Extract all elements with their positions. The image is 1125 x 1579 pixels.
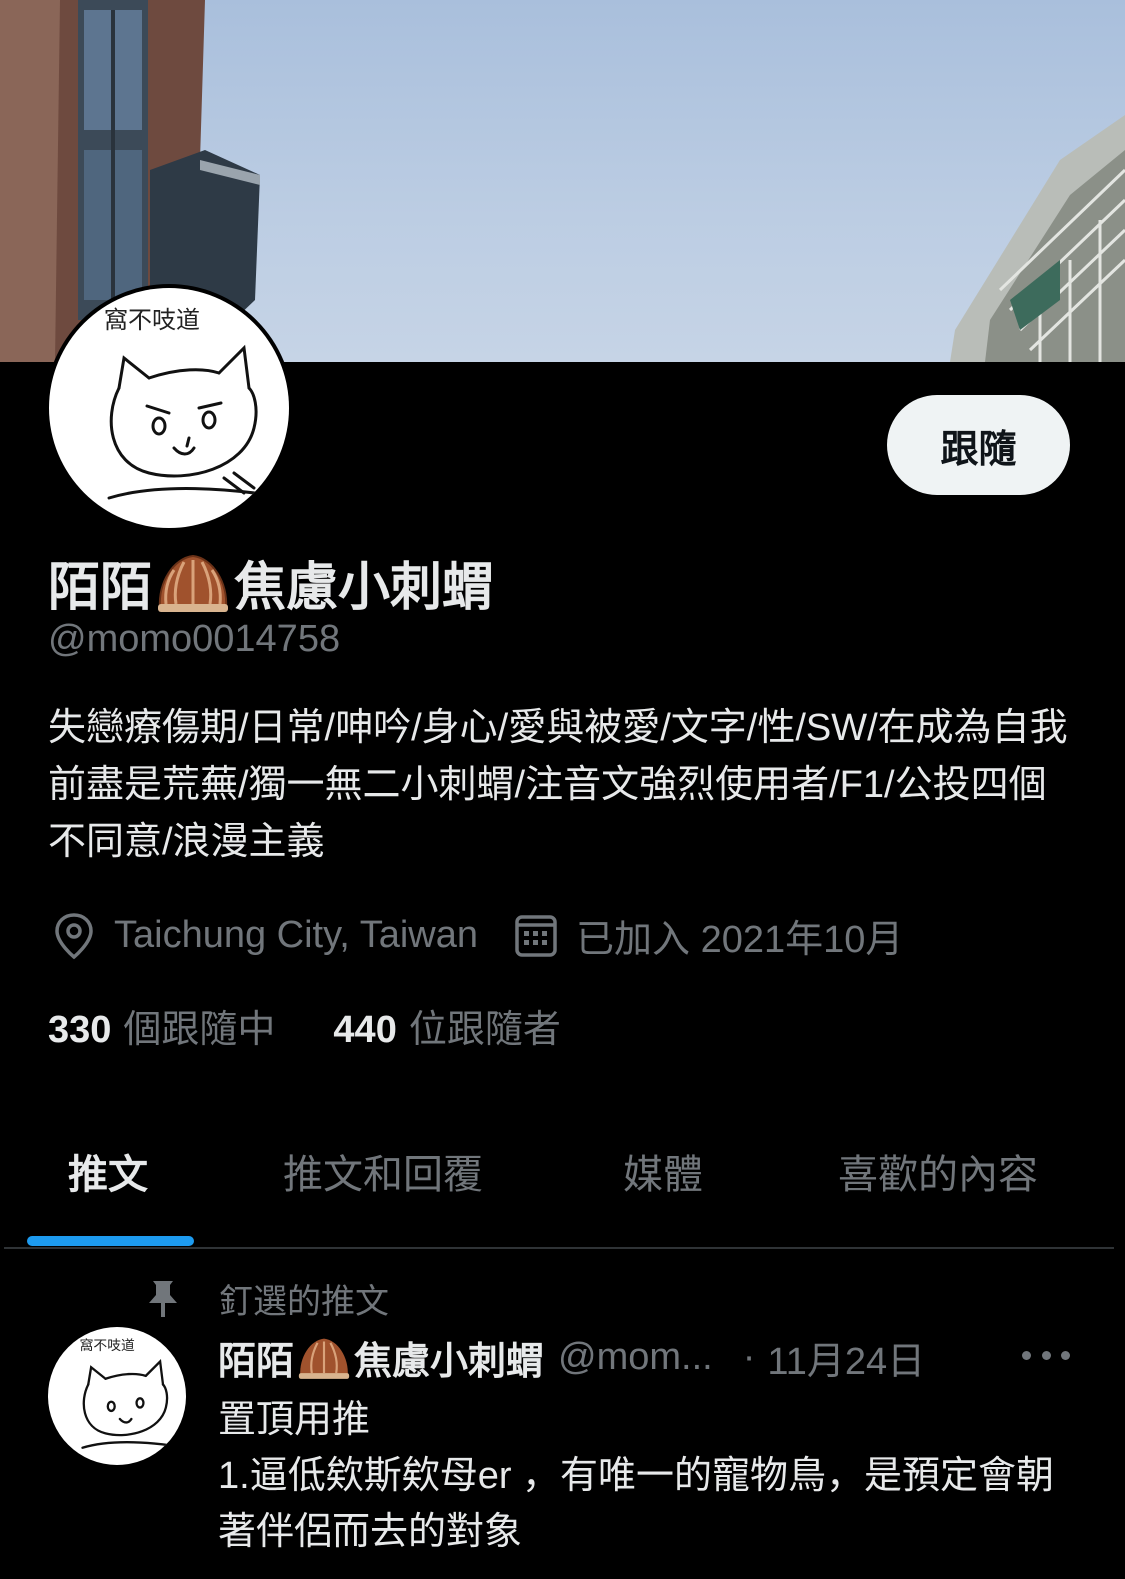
tab-media[interactable]: 媒體: [623, 1128, 703, 1214]
following-stat[interactable]: 330 個跟隨中: [48, 998, 275, 1053]
avatar-caption: 窩不吱道: [104, 306, 200, 334]
calendar-icon: [515, 914, 557, 957]
profile-handle: @momo0014758: [48, 618, 341, 660]
profile-name: 陌陌 焦慮小刺蝟: [48, 545, 494, 620]
pin-icon: [149, 1280, 177, 1317]
tweet-text-line: 1.逼低欸斯欸母er ，有唯一的寵物鳥，是預定會朝著伴侶而去的對象: [218, 1455, 1055, 1553]
following-count: 330: [48, 1009, 112, 1051]
profile-stats: 330 個跟隨中 440 位跟隨者: [48, 998, 619, 1053]
cat-drawing-small: 窩不吱道: [80, 1337, 186, 1449]
profile-meta: Taichung City, Taiwan 已加入 2021年10月: [52, 908, 903, 963]
tab-likes[interactable]: 喜歡的內容: [838, 1128, 1038, 1214]
tweet-avatar-caption: 窩不吱道: [80, 1337, 135, 1354]
tab-tweets[interactable]: 推文: [68, 1128, 148, 1214]
followers-count: 440: [333, 1009, 397, 1051]
tweet-author-name-prefix: 陌陌: [218, 1341, 295, 1383]
tabs-divider: [4, 1247, 1114, 1249]
follow-button[interactable]: 跟隨: [887, 395, 1070, 495]
tweet-separator-dot: ·: [742, 1336, 756, 1378]
tweet-author-name[interactable]: 陌陌 焦慮小刺蝟: [218, 1330, 544, 1385]
tweet-header: 陌陌 焦慮小刺蝟 @mom... · 11月24日: [218, 1330, 925, 1385]
profile-avatar[interactable]: 窩不吱道: [49, 288, 289, 528]
tweet-body: 置頂用推 1.逼低欸斯欸母er ，有唯一的寵物鳥，是預定會朝著伴侶而去的對象: [218, 1392, 1078, 1560]
location-icon: [55, 912, 93, 959]
followers-stat[interactable]: 440 位跟隨者: [333, 998, 560, 1053]
tab-tweets-and-replies[interactable]: 推文和回覆: [283, 1128, 483, 1214]
profile-tabs: 推文 推文和回覆 媒體 喜歡的內容: [0, 1128, 1125, 1248]
tweet-avatar[interactable]: 窩不吱道: [48, 1327, 186, 1465]
profile-name-prefix: 陌陌: [48, 559, 153, 617]
chestnut-emoji-icon: [158, 554, 229, 612]
profile-location: Taichung City, Taiwan: [114, 914, 479, 956]
followers-label: 位跟隨者: [408, 1009, 561, 1051]
tweet-date[interactable]: 11月24日: [767, 1330, 925, 1385]
profile-bio: 失戀療傷期/日常/呻吟/身心/愛與被愛/文字/性/SW/在成為自我前盡是荒蕪/獨…: [48, 707, 1068, 863]
profile-avatar-frame: 窩不吱道: [45, 284, 293, 532]
profile-name-suffix: 焦慮小刺蝟: [234, 559, 495, 617]
chestnut-emoji-icon: [298, 1338, 350, 1379]
active-tab-indicator: [27, 1236, 194, 1246]
more-options-icon[interactable]: [1022, 1340, 1070, 1370]
following-label: 個跟隨中: [123, 1009, 276, 1051]
tweet-author-handle[interactable]: @mom...: [558, 1336, 713, 1379]
tweet-author-name-suffix: 焦慮小刺蝟: [354, 1341, 545, 1383]
tweet-text-line: 置頂用推: [218, 1399, 371, 1441]
cat-drawing: 窩不吱道: [104, 306, 289, 500]
pinned-label: 釘選的推文: [219, 1283, 389, 1321]
profile-joined-date: 已加入 2021年10月: [576, 919, 904, 961]
pinned-indicator: 釘選的推文: [145, 1274, 389, 1323]
